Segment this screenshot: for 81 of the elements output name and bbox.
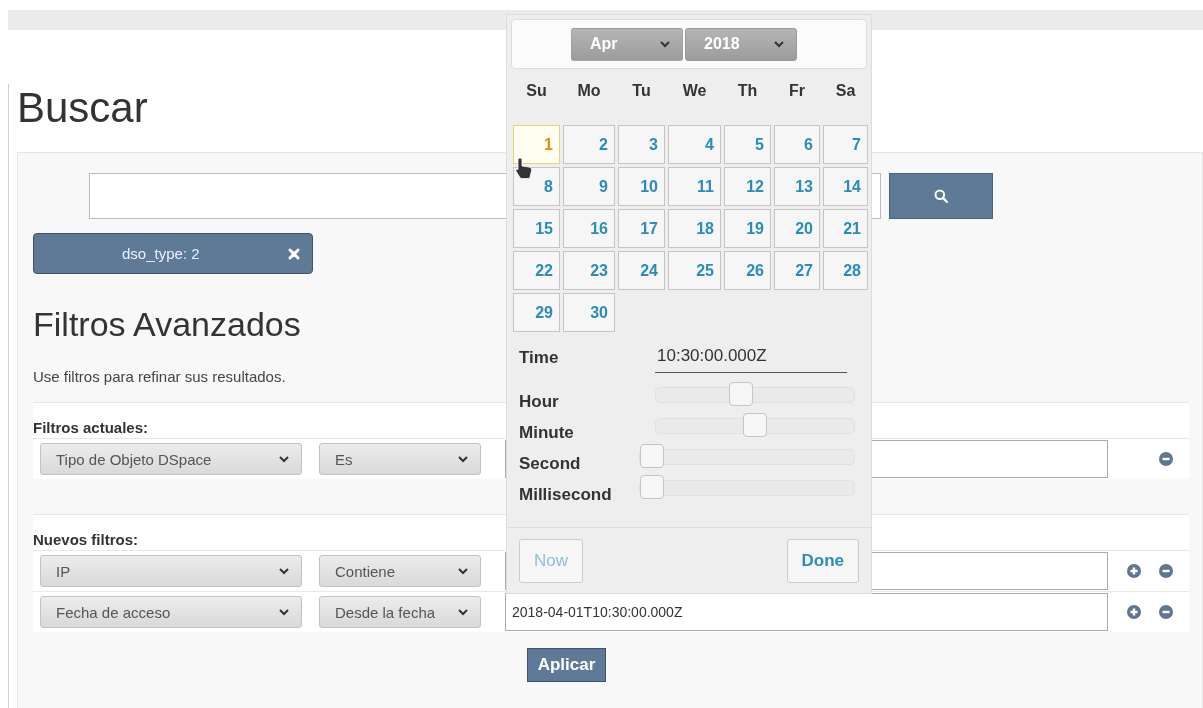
chevron-icon [774,40,784,48]
weekday-label: Mo [576,81,602,101]
day-cell[interactable]: 10 [618,167,665,206]
time-label: Time [519,347,560,368]
add-icon[interactable] [1127,564,1141,578]
slider-label: Minute [519,421,575,443]
slider-thumb[interactable] [640,443,664,468]
day-cell[interactable]: 7 [823,125,868,164]
remove-icon[interactable] [1159,564,1173,578]
day-cell[interactable]: 8 [513,167,560,206]
slider-label: Hour [519,390,560,412]
day-cell[interactable]: 15 [513,209,560,248]
day-cell[interactable]: 30 [563,293,615,332]
apply-button[interactable]: Aplicar [526,648,607,682]
day-cell[interactable]: 19 [724,209,771,248]
value-field[interactable]: 2018-04-01T10:30:00.000Z [505,593,1108,631]
slider-label: Millisecond [519,483,613,505]
remove-icon[interactable] [1159,605,1173,619]
day-cell[interactable]: 5 [724,125,771,164]
search-icon [934,189,948,203]
chevron-icon [458,608,468,616]
hand-cursor-icon [515,157,533,179]
day-cell[interactable]: 1 [513,125,560,164]
page-title: Buscar [17,84,148,132]
section-title: Filtros Avanzados [33,304,301,344]
day-cell[interactable]: 23 [563,251,615,290]
weekday-label: Sa [834,81,857,101]
remove-icon[interactable] [1159,452,1173,466]
day-cell[interactable]: 16 [563,209,615,248]
chevron-icon [279,608,289,616]
weekday-label: Tu [631,81,652,101]
day-cell[interactable]: 29 [513,293,560,332]
chevron-icon [458,455,468,463]
weekday-label: We [681,81,708,101]
day-cell[interactable]: 27 [774,251,820,290]
day-cell[interactable]: 24 [618,251,665,290]
slider-thumb[interactable] [742,412,767,437]
filter-tag[interactable]: dso_type: 2 [33,233,313,274]
day-cell[interactable]: 11 [668,167,721,206]
day-cell[interactable]: 26 [724,251,771,290]
weekday-label: Su [525,81,548,101]
section-label: Nuevos filtros: [33,531,138,548]
section-label: Filtros actuales: [33,419,149,436]
day-cell[interactable]: 2 [563,125,615,164]
year-select[interactable]: 2018 [685,27,797,61]
operator-select[interactable]: Es [319,443,481,475]
day-cell[interactable]: 28 [823,251,868,290]
add-icon[interactable] [1127,605,1141,619]
day-cell[interactable]: 13 [774,167,820,206]
field-select[interactable]: Tipo de Objeto DSpace [40,443,302,475]
day-cell[interactable]: 20 [774,209,820,248]
slider-thumb[interactable] [640,474,664,499]
slider-label: Second [519,452,582,474]
day-cell[interactable]: 18 [668,209,721,248]
day-cell[interactable]: 17 [618,209,665,248]
chevron-icon [279,455,289,463]
tag-label: dso_type: 2 [122,245,200,262]
day-cell[interactable]: 9 [563,167,615,206]
weekday-label: Fr [788,81,806,101]
day-cell[interactable]: 22 [513,251,560,290]
day-cell[interactable]: 25 [668,251,721,290]
chevron-icon [660,40,670,48]
day-cell[interactable]: 12 [724,167,771,206]
close-icon[interactable] [288,247,300,260]
field-select[interactable]: IP [40,555,302,587]
day-cell[interactable]: 3 [618,125,665,164]
field-select[interactable]: Fecha de acceso [40,596,302,628]
operator-select[interactable]: Contiene [319,555,481,587]
done-button[interactable]: Done [786,538,859,583]
weekday-label: Th [736,81,759,101]
day-cell[interactable]: 21 [823,209,868,248]
day-cell[interactable]: 6 [774,125,820,164]
slider-thumb[interactable] [729,381,754,406]
chevron-icon [279,567,289,575]
day-cell[interactable]: 14 [823,167,868,206]
time-value: 10:30:00.000Z [655,342,847,373]
description: Use filtros para refinar sus resultados. [33,368,286,385]
operator-select[interactable]: Desde la fecha [319,596,481,628]
month-select[interactable]: Apr [571,27,683,61]
chevron-icon [458,567,468,575]
day-cell[interactable]: 4 [668,125,721,164]
